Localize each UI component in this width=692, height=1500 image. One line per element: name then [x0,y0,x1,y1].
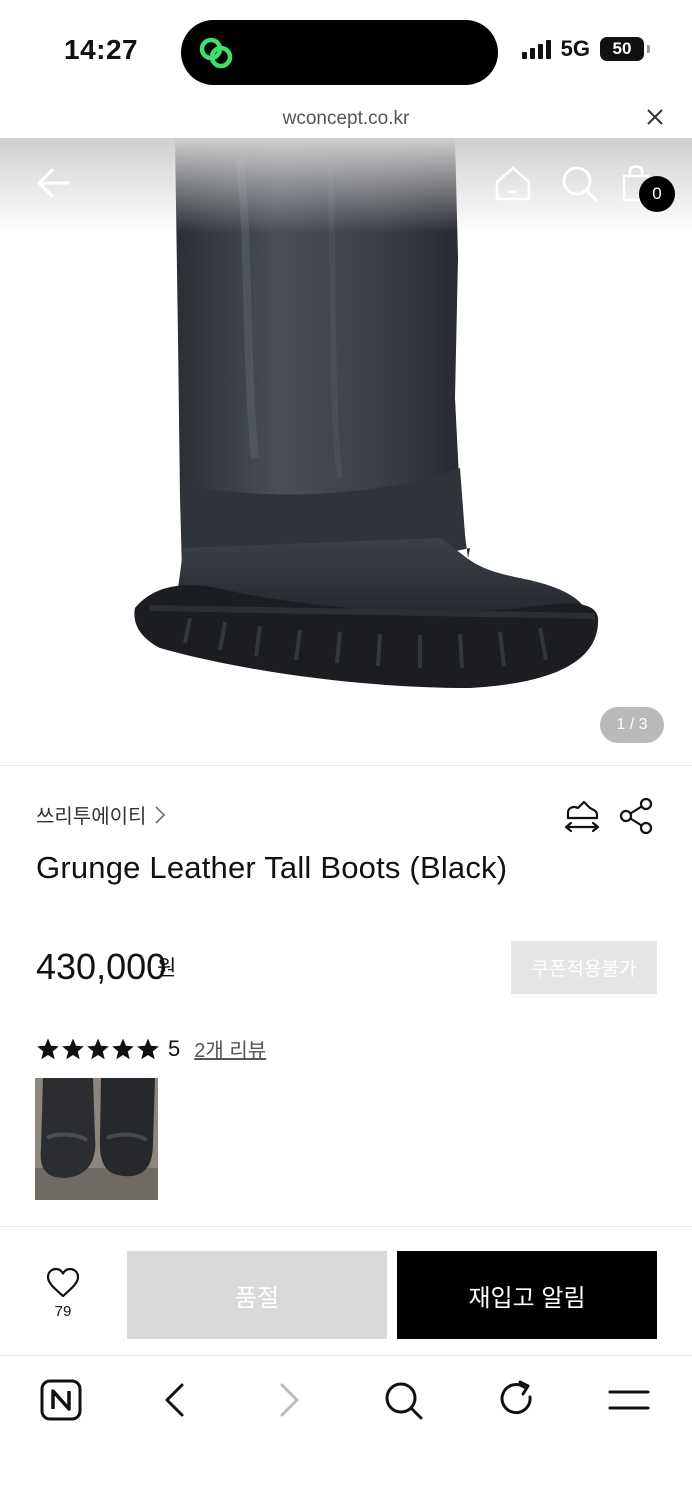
browser-toolbar [0,1357,692,1500]
refresh-icon[interactable] [494,1377,540,1423]
product-image-carousel[interactable]: 0 1 / 3 [0,138,692,766]
status-indicators: 5G 50 [521,36,650,62]
signal-icon [521,39,551,59]
search-icon[interactable] [380,1377,426,1423]
image-page-indicator: 1 / 3 [600,707,664,743]
star-icon [87,1038,109,1059]
search-icon[interactable] [556,160,602,206]
back-icon[interactable] [152,1377,198,1423]
product-rating: 5 2개 리뷰 [36,1034,266,1063]
size-guide-icon[interactable] [562,796,602,836]
product-title: Grunge Leather Tall Boots (Black) [36,850,508,885]
menu-icon[interactable] [606,1377,652,1423]
rating-stars [36,1037,160,1061]
status-time: 14:27 [64,34,139,65]
network-type: 5G [560,36,590,61]
purchase-bar: 79 품절 재입고 알림 [0,1226,692,1356]
brand-name: 쓰리투에이티 [36,806,147,828]
battery-icon: 50 [600,37,650,61]
dynamic-island [181,20,498,85]
back-arrow-icon[interactable] [32,160,78,206]
close-icon[interactable] [644,106,666,128]
restock-alert-button[interactable]: 재입고 알림 [397,1251,657,1339]
soldout-button[interactable]: 품절 [127,1251,387,1339]
brand-link[interactable]: 쓰리투에이티 [36,800,166,829]
wishlist-count: 79 [54,1303,72,1320]
forward-icon[interactable] [266,1377,312,1423]
status-bar: 14:27 5G 50 [0,0,692,100]
star-icon [112,1038,134,1059]
coupon-button[interactable]: 쿠폰적용불가 [511,941,657,994]
cart-count-badge: 0 [639,176,675,212]
hero-nav: 0 [0,138,692,233]
chevron-right-icon [155,805,166,824]
home-icon[interactable] [490,160,536,206]
wishlist-button[interactable]: 79 [40,1267,86,1320]
review-photo [35,1078,158,1200]
review-photo-thumbnail[interactable] [35,1078,158,1200]
link-icon [199,37,233,69]
url-domain: wconcept.co.kr [282,108,410,129]
heart-icon [46,1267,80,1298]
review-count-link[interactable]: 2개 리뷰 [194,1034,266,1063]
product-price: 430,000 [36,946,167,987]
url-bar[interactable]: wconcept.co.kr [0,100,692,138]
rating-score: 5 [168,1035,181,1061]
share-icon[interactable] [616,796,656,836]
star-icon [37,1038,59,1059]
naver-n-icon[interactable] [38,1377,84,1423]
star-icon [137,1038,159,1059]
star-icon [62,1038,84,1059]
price-unit: 원 [157,957,177,980]
